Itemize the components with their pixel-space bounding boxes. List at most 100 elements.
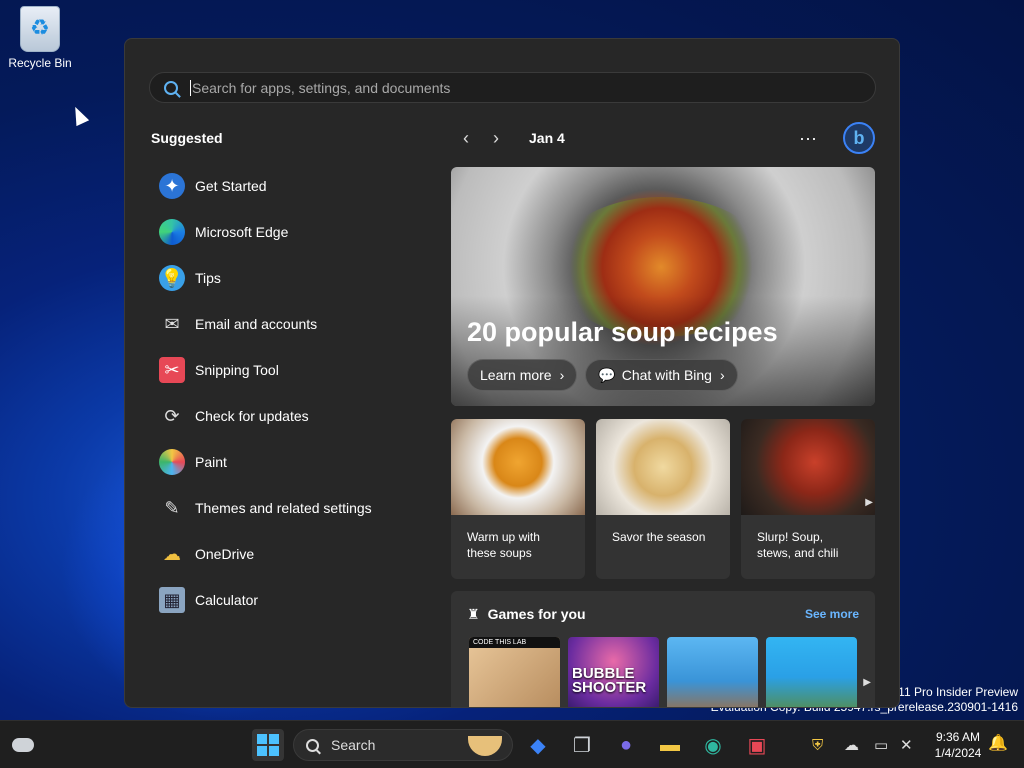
text-caret xyxy=(190,79,191,96)
app-snipping-tool[interactable]: ✂ Snipping Tool xyxy=(159,347,372,393)
chevron-right-icon: › xyxy=(559,367,565,383)
paint-icon xyxy=(159,449,185,475)
calculator-icon: ▦ xyxy=(159,587,185,613)
chat-with-bing-label: Chat with Bing xyxy=(621,367,712,383)
chevron-right-icon[interactable]: › xyxy=(481,128,511,149)
chat-with-bing-button[interactable]: 💬 Chat with Bing › xyxy=(585,359,738,391)
network-icon[interactable]: ▭ xyxy=(874,729,888,761)
see-more-link[interactable]: See more xyxy=(805,607,859,621)
learn-more-button[interactable]: Learn more › xyxy=(467,359,578,391)
taskbar: Search ◆ ❐ ● ▬ ◉ ▣ ⛨ ☁ ▭ ✕ 9:36 AM 1/4/2… xyxy=(0,720,1024,768)
feed-nav: ‹ › Jan 4 ··· b xyxy=(451,122,875,154)
start-search-box[interactable]: Search for apps, settings, and documents xyxy=(149,72,876,103)
card-title: Savor the season xyxy=(612,530,706,544)
recycle-bin-desktop-icon[interactable]: Recycle Bin xyxy=(6,6,74,70)
app-calculator[interactable]: ▦ Calculator xyxy=(159,577,372,623)
suggested-list: ✦ Get Started Microsoft Edge 💡 Tips ✉ Em… xyxy=(159,163,372,623)
search-placeholder: Search for apps, settings, and documents xyxy=(192,79,451,96)
chevron-right-icon: › xyxy=(719,367,725,383)
app-check-for-updates[interactable]: ⟳ Check for updates xyxy=(159,393,372,439)
app-microsoft-edge[interactable]: Microsoft Edge xyxy=(159,209,372,255)
get-started-icon: ✦ xyxy=(159,173,185,199)
garlic-knots-image xyxy=(596,419,730,515)
clock-time: 9:36 AM xyxy=(935,730,981,744)
file-explorer-icon[interactable]: ▬ xyxy=(654,729,686,761)
soup-bowl-image xyxy=(451,419,585,515)
onedrive-icon: ☁ xyxy=(163,543,181,564)
card-title: Slurp! Soup, stews, and chili xyxy=(757,530,839,560)
app-onedrive[interactable]: ☁ OneDrive xyxy=(159,531,372,577)
chat-bubble-icon: 💬 xyxy=(598,366,616,383)
chess-piece-icon: ♜ xyxy=(467,605,480,622)
cloud-icon xyxy=(12,738,34,752)
feed-card[interactable]: Slurp! Soup, stews, and chili xyxy=(741,419,875,579)
card-title: Warm up with these soups xyxy=(467,530,540,560)
games-section: ♜ Games for you See more CODE THIS LAB B… xyxy=(451,591,875,707)
hero-card[interactable]: 20 popular soup recipes Learn more › 💬 C… xyxy=(451,167,875,406)
mouse-cursor-icon xyxy=(68,103,90,127)
task-view-icon[interactable]: ❐ xyxy=(566,729,598,761)
games-title: Games for you xyxy=(487,606,586,622)
search-icon xyxy=(164,80,178,95)
app-label: Tips xyxy=(195,270,221,286)
app-label: OneDrive xyxy=(195,546,255,562)
game-tile-label: CODE THIS LAB xyxy=(469,637,560,648)
taskbar-search-label: Search xyxy=(331,737,376,753)
game-tile-farm[interactable] xyxy=(667,637,758,707)
more-options-icon[interactable]: ··· xyxy=(799,128,817,149)
tips-icon: 💡 xyxy=(159,265,185,291)
feed-card[interactable]: Warm up with these soups xyxy=(451,419,585,579)
brush-icon: ✎ xyxy=(164,497,180,518)
windows-logo-icon xyxy=(257,734,279,756)
scroll-right-icon[interactable]: ▶ xyxy=(863,677,871,688)
feed-date: Jan 4 xyxy=(529,130,565,146)
recycle-bin-icon xyxy=(20,6,60,52)
volume-muted-icon[interactable]: ✕ xyxy=(900,729,913,761)
app-label: Themes and related settings xyxy=(195,500,372,516)
snipping-tool-icon: ✂ xyxy=(159,357,185,383)
weather-widget[interactable] xyxy=(8,729,38,761)
app-themes[interactable]: ✎ Themes and related settings xyxy=(159,485,372,531)
start-menu: Search for apps, settings, and documents… xyxy=(124,38,900,708)
app-label: Email and accounts xyxy=(195,316,318,332)
refresh-icon: ⟳ xyxy=(164,405,180,426)
search-highlight-bowl-icon xyxy=(468,736,502,756)
app-label: Calculator xyxy=(195,592,259,608)
game-tile-house[interactable] xyxy=(766,637,857,707)
taskbar-search[interactable]: Search xyxy=(293,729,513,761)
teams-chat-icon[interactable]: ● xyxy=(610,729,642,761)
copilot-preview-icon[interactable]: ◆ xyxy=(522,729,554,761)
feed-cards: Warm up with these soups Savor the seaso… xyxy=(451,419,875,579)
edge-taskbar-icon[interactable]: ◉ xyxy=(697,729,729,761)
app-label: Snipping Tool xyxy=(195,362,279,378)
app-label: Microsoft Edge xyxy=(195,224,289,240)
chili-image xyxy=(741,419,875,515)
search-icon xyxy=(306,738,319,752)
notification-bell-icon[interactable]: 🔔 xyxy=(988,733,1008,753)
mail-icon: ✉ xyxy=(164,313,180,334)
game-tile-bubble-shooter[interactable]: BUBBLE SHOOTER xyxy=(568,637,659,707)
app-tips[interactable]: 💡 Tips xyxy=(159,255,372,301)
app-label: Check for updates xyxy=(195,408,309,424)
scroll-right-icon[interactable]: ▶ xyxy=(865,497,873,508)
games-header: ♜ Games for you See more xyxy=(451,591,875,637)
suggested-heading: Suggested xyxy=(151,130,223,146)
feed-card[interactable]: Savor the season xyxy=(596,419,730,579)
microsoft-store-icon[interactable]: ▣ xyxy=(741,729,773,761)
app-get-started[interactable]: ✦ Get Started xyxy=(159,163,372,209)
app-paint[interactable]: Paint xyxy=(159,439,372,485)
security-shield-icon[interactable]: ⛨ xyxy=(812,729,823,761)
edge-icon xyxy=(159,219,185,245)
game-tile-chess[interactable]: CODE THIS LAB xyxy=(469,637,560,707)
learn-more-label: Learn more xyxy=(480,367,552,383)
app-label: Paint xyxy=(195,454,227,470)
start-button[interactable] xyxy=(252,729,284,761)
chevron-left-icon[interactable]: ‹ xyxy=(451,128,481,149)
onedrive-tray-icon[interactable]: ☁ xyxy=(844,729,859,761)
feed-panel: ‹ › Jan 4 ··· b 20 popular soup recipes … xyxy=(451,122,875,707)
clock[interactable]: 9:36 AM 1/4/2024 xyxy=(928,729,988,761)
recycle-bin-label: Recycle Bin xyxy=(8,56,72,70)
app-email-and-accounts[interactable]: ✉ Email and accounts xyxy=(159,301,372,347)
bing-icon[interactable]: b xyxy=(843,122,875,154)
hero-actions: Learn more › 💬 Chat with Bing › xyxy=(467,359,738,391)
